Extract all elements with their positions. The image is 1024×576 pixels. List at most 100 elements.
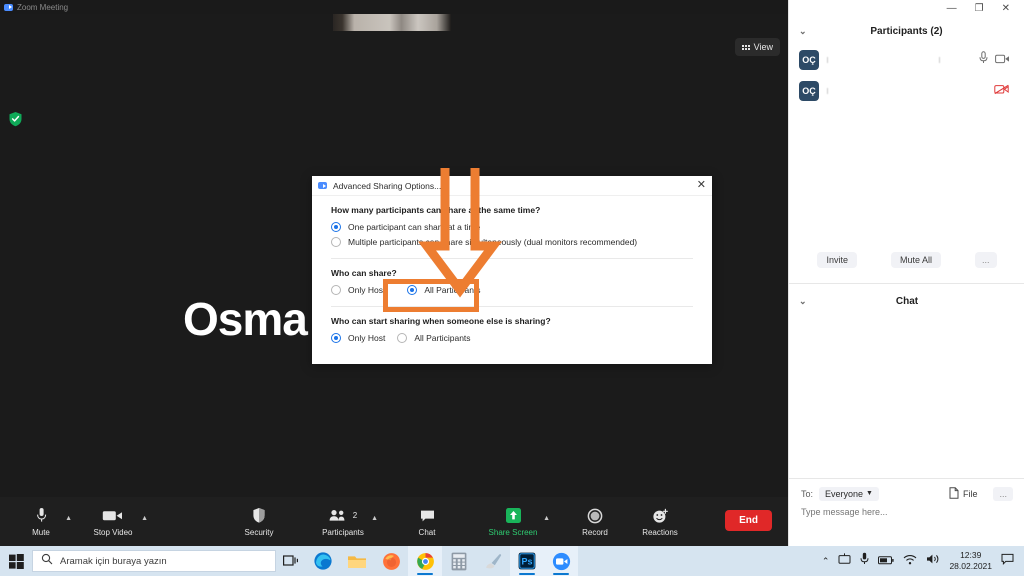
radio-indicator [331, 222, 341, 232]
shield-icon [252, 507, 266, 525]
dialog-section-share-count: How many participants can share at the s… [312, 196, 712, 247]
window-controls: — ❐ ✕ [789, 0, 1024, 18]
chat-recipient-select[interactable]: Everyone ▼ [819, 486, 879, 501]
chat-message-list[interactable] [789, 315, 1024, 478]
video-thumbnail-strip[interactable] [333, 14, 451, 31]
radio-indicator [407, 285, 418, 295]
reactions-button[interactable]: Reactions [630, 507, 690, 537]
chevron-down-icon[interactable]: ⌄ [799, 26, 807, 37]
zoom-icon [4, 3, 13, 11]
screen-share-icon[interactable] [838, 552, 851, 570]
wifi-icon[interactable] [903, 552, 917, 570]
chevron-up-icon[interactable]: ⌃ [822, 556, 830, 567]
chat-button[interactable]: Chat [400, 507, 454, 537]
video-camera-icon[interactable] [995, 51, 1010, 69]
firefox-icon[interactable] [374, 546, 408, 576]
zoom-icon[interactable] [544, 546, 578, 576]
radio-option-only-host-share[interactable]: Only Host [331, 285, 385, 295]
participant-status-icons [979, 50, 1010, 69]
share-screen-icon [505, 507, 522, 525]
participant-row[interactable]: OÇ [789, 44, 1024, 75]
chat-recipient-value: Everyone [825, 488, 864, 499]
security-button[interactable]: Security [232, 507, 286, 537]
share-screen-chevron-up-icon[interactable]: ▲ [543, 515, 550, 522]
panel-divider [789, 283, 1024, 284]
windows-start-icon[interactable] [0, 553, 32, 569]
radio-label: All Participants [414, 333, 471, 343]
radio-option-only-host-start[interactable]: Only Host [331, 333, 385, 343]
chrome-icon[interactable] [408, 546, 442, 576]
battery-icon[interactable] [878, 552, 895, 570]
dialog-title: Advanced Sharing Options... [333, 180, 442, 191]
participant-status-icons [994, 82, 1010, 100]
task-view-icon[interactable] [276, 554, 306, 568]
video-camera-icon [102, 507, 124, 525]
photoshop-icon[interactable]: Ps [510, 546, 544, 576]
minimize-button[interactable]: — [947, 4, 957, 14]
participants-panel-header: ⌄ Participants (2) [789, 18, 1024, 44]
taskbar-clock[interactable]: 12:39 28.02.2021 [949, 550, 992, 572]
search-placeholder: Aramak için buraya yazın [60, 555, 167, 567]
taskbar-search-input[interactable]: Aramak için buraya yazın [32, 550, 276, 572]
participant-name-blurred [827, 87, 986, 95]
participants-more-button[interactable]: ... [975, 252, 997, 268]
chat-file-button[interactable]: File [949, 486, 977, 501]
radio-label: All Participants [424, 285, 481, 295]
radio-option-all-participants-share[interactable]: All Participants [407, 285, 481, 295]
end-button-label: End [739, 515, 758, 526]
radio-option-multiple-participants[interactable]: Multiple participants can share simultan… [331, 237, 693, 247]
active-speaker-name: Osma [183, 293, 308, 345]
microphone-icon[interactable] [979, 50, 988, 69]
participants-button[interactable]: 2 Participants ▲ [312, 507, 378, 537]
close-button[interactable]: ✕ [1002, 4, 1010, 14]
participant-row[interactable]: OÇ [789, 75, 1024, 106]
paint-icon[interactable] [476, 546, 510, 576]
chat-message-input[interactable] [801, 507, 1001, 517]
grid-icon [741, 44, 750, 50]
green-shield-check-icon[interactable] [8, 111, 23, 127]
close-icon[interactable]: ✕ [697, 180, 706, 191]
volume-icon[interactable] [926, 552, 940, 570]
invite-button[interactable]: Invite [817, 252, 857, 268]
stop-video-button[interactable]: Stop Video ▲ [82, 507, 148, 537]
avatar: OÇ [799, 49, 819, 70]
clock-date: 28.02.2021 [949, 561, 992, 571]
radio-indicator [331, 333, 341, 343]
window-title: Zoom Meeting [17, 2, 69, 12]
radio-option-all-participants-start[interactable]: All Participants [397, 333, 471, 343]
stop-video-chevron-up-icon[interactable]: ▲ [141, 515, 148, 522]
chat-more-button[interactable]: ... [993, 486, 1013, 501]
record-button[interactable]: Record [568, 507, 622, 537]
notification-icon[interactable] [1001, 552, 1014, 570]
microphone-icon[interactable] [860, 552, 869, 570]
dialog-section-who-can-share: Who can share? Only Host All Participant… [312, 259, 712, 295]
radio-indicator [397, 333, 408, 343]
participants-label: Participants [322, 527, 364, 537]
participants-chevron-up-icon[interactable]: ▲ [371, 515, 378, 522]
radio-indicator [331, 237, 341, 247]
radio-label: Only Host [348, 333, 386, 343]
mute-all-button[interactable]: Mute All [890, 252, 941, 268]
view-button[interactable]: View [734, 38, 780, 56]
clock-time: 12:39 [960, 550, 982, 560]
share-screen-button[interactable]: Share Screen ▲ [480, 507, 550, 537]
right-side-panel: — ❐ ✕ ⌄ Participants (2) OÇ OÇ Invite Mu… [788, 0, 1024, 546]
radio-option-one-participant[interactable]: One participant can share at a time [331, 222, 693, 232]
participants-action-bar: Invite Mute All ... [789, 252, 1024, 268]
mute-button[interactable]: Mute ▲ [14, 507, 72, 537]
zoom-icon [318, 182, 327, 189]
calculator-icon[interactable] [442, 546, 476, 576]
stop-video-label: Stop Video [93, 527, 133, 537]
chevron-down-icon[interactable]: ⌄ [799, 296, 807, 307]
mute-chevron-up-icon[interactable]: ▲ [65, 515, 72, 522]
chat-bubble-icon [420, 507, 435, 525]
file-icon [949, 486, 959, 501]
chat-recipient-row: To: Everyone ▼ File ... [789, 485, 1024, 502]
file-explorer-icon[interactable] [340, 546, 374, 576]
edge-icon[interactable] [306, 546, 340, 576]
section-question: How many participants can share at the s… [331, 205, 541, 215]
video-off-icon[interactable] [994, 82, 1010, 100]
maximize-button[interactable]: ❐ [975, 4, 984, 14]
end-meeting-button[interactable]: End [725, 510, 772, 531]
security-label: Security [244, 527, 274, 537]
